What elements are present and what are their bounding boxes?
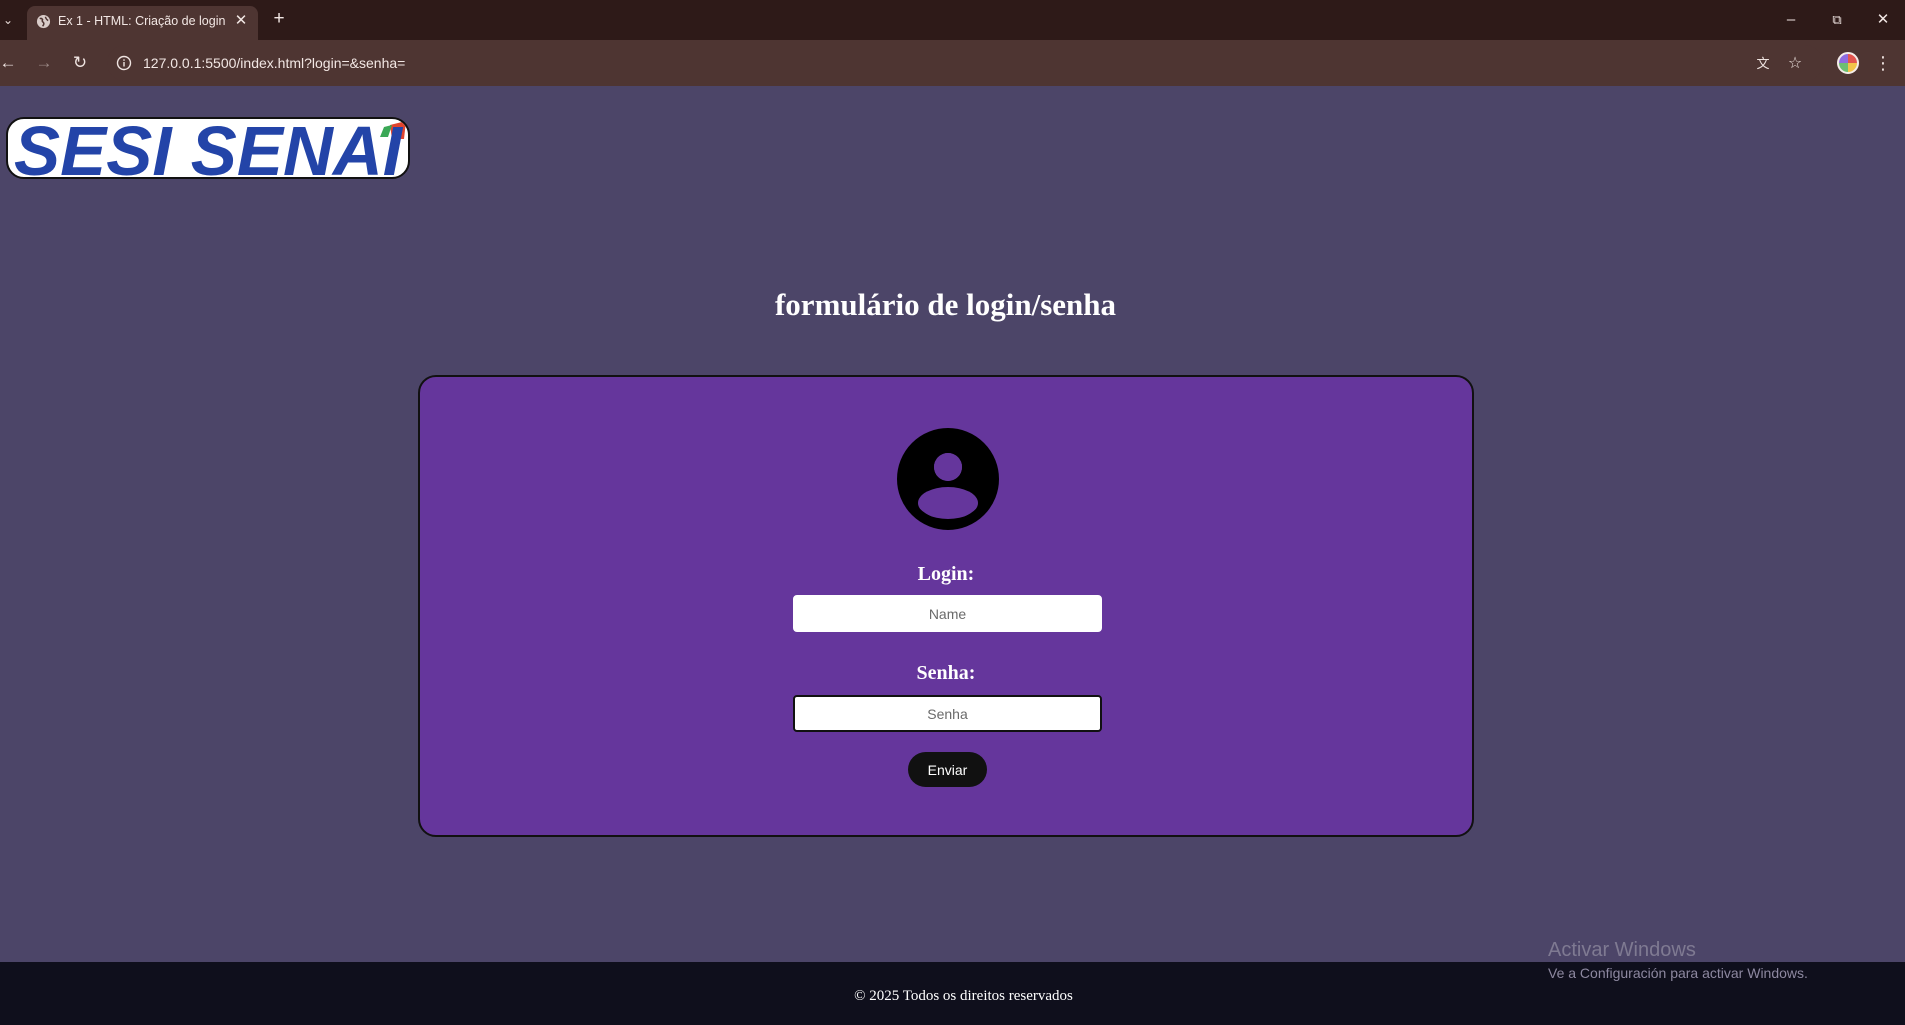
sesi-senai-logo: SESI SENAI — [6, 117, 410, 179]
chevron-down-icon[interactable]: ⌄ — [0, 10, 16, 30]
url-text: 127.0.0.1:5500/index.html?login=&senha= — [143, 55, 406, 71]
back-arrow-icon[interactable]: ← — [0, 51, 20, 75]
restore-icon[interactable]: ⧉ — [1822, 8, 1852, 32]
browser-toolbar: ← → ↻ 127.0.0.1:5500/index.html?login=&s… — [0, 40, 1905, 86]
info-icon[interactable] — [116, 55, 132, 71]
close-window-icon[interactable]: ✕ — [1868, 8, 1898, 32]
browser-tab-strip: ⌄ Ex 1 - HTML: Criação de login ✕ + – ⧉ … — [0, 0, 1905, 40]
enviar-button[interactable]: Enviar — [908, 752, 987, 787]
senha-label: Senha: — [916, 662, 976, 684]
senha-input[interactable] — [793, 695, 1102, 732]
reload-icon[interactable]: ↻ — [68, 51, 92, 75]
star-icon[interactable]: ☆ — [1785, 54, 1805, 74]
kebab-menu-icon[interactable]: ⋮ — [1874, 51, 1892, 75]
logo-text: SESI SENAI — [14, 119, 404, 177]
user-circle-icon — [897, 428, 999, 530]
address-bar[interactable]: 127.0.0.1:5500/index.html?login=&senha= … — [107, 45, 1823, 81]
windows-activation-title: Activar Windows — [1548, 939, 1696, 961]
windows-activation-subtitle: Ve a Configuración para activar Windows. — [1548, 965, 1808, 981]
close-tab-icon[interactable]: ✕ — [232, 12, 250, 30]
login-form-card: Login: Senha: Enviar — [418, 375, 1474, 837]
page-title: formulário de login/senha — [774, 287, 1116, 322]
minimize-icon[interactable]: – — [1776, 8, 1806, 32]
globe-icon — [36, 14, 51, 29]
browser-tab-active[interactable]: Ex 1 - HTML: Criação de login ✕ — [27, 6, 258, 40]
login-label: Login: — [917, 563, 975, 585]
translate-icon[interactable]: 文 — [1753, 54, 1773, 74]
profile-avatar-icon[interactable] — [1837, 52, 1859, 74]
logo-image: SESI SENAI — [14, 119, 406, 177]
login-input[interactable] — [793, 595, 1102, 632]
forward-arrow-icon[interactable]: → — [32, 51, 56, 75]
footer-copyright: © 2025 Todos os direitos reservados — [854, 988, 1073, 1004]
tab-title: Ex 1 - HTML: Criação de login — [58, 14, 226, 28]
new-tab-plus-icon[interactable]: + — [268, 8, 290, 30]
